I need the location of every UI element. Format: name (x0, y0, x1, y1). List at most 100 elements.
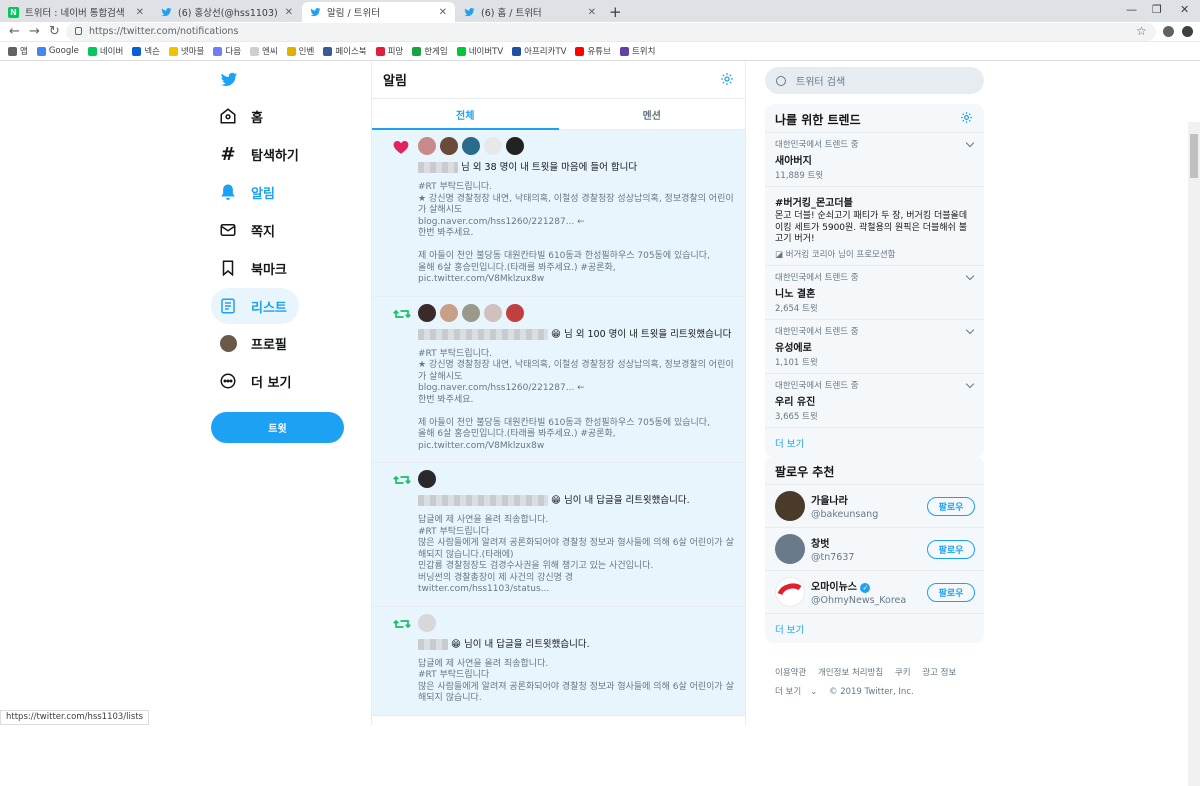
bookmark-item[interactable]: 한게임 (412, 45, 448, 57)
nav-item-home[interactable]: 홈 (211, 98, 273, 134)
nav-item-profile[interactable]: 프로필 (211, 325, 297, 361)
tab-all[interactable]: 전체 (372, 99, 559, 130)
avatar[interactable] (775, 577, 805, 607)
bookmark-label: 엔씨 (262, 47, 278, 57)
close-icon[interactable]: ✕ (439, 7, 447, 18)
avatar[interactable] (484, 137, 502, 155)
bookmark-item[interactable]: 네이버TV (456, 45, 503, 57)
restore-icon[interactable]: ❐ (1152, 3, 1162, 16)
back-icon[interactable]: ← (9, 24, 20, 39)
follow-button[interactable]: 팔로우 (927, 540, 975, 559)
follow-button[interactable]: 팔로우 (927, 497, 975, 516)
avatar[interactable] (462, 137, 480, 155)
nav-item-more[interactable]: 더 보기 (211, 363, 301, 399)
bookmark-item[interactable]: 트위치 (619, 45, 655, 57)
avatar[interactable] (484, 303, 502, 322)
bookmark-icon (286, 46, 296, 56)
show-more-link[interactable]: 더 보기 (765, 614, 984, 643)
browser-tab[interactable]: (6) 홈 / 트위터 ✕ (456, 2, 604, 22)
notification-item[interactable]: 😁 님이 내 답글을 리트윗했습니다. 답글에 제 사연을 올려 죄송합니다. #… (372, 606, 745, 716)
follow-suggestion[interactable]: 창벗 @tn7637 팔로우 (765, 528, 984, 571)
bookmark-item[interactable]: 넷마블 (168, 45, 204, 57)
trend-item[interactable]: 대한민국에서 트렌드 중 우리 유진 3,665 트윗 (765, 374, 984, 428)
bookmark-item[interactable]: 네이버 (87, 45, 123, 57)
follow-name[interactable]: 창벗 (811, 535, 854, 550)
follow-suggestion[interactable]: 가을나라 @bakeunsang 팔로우 (765, 485, 984, 528)
bookmark-item[interactable]: 다음 (213, 45, 241, 57)
footer-link[interactable]: 광고 정보 (922, 668, 956, 678)
nav-item-explore[interactable]: # 탐색하기 (211, 136, 309, 172)
close-icon[interactable]: ✕ (136, 7, 144, 18)
bookmark-item[interactable]: 페이스북 (323, 45, 367, 57)
avatar[interactable] (462, 303, 480, 322)
close-icon[interactable]: ✕ (588, 7, 596, 18)
notification-item[interactable]: 님 외 38 명이 내 트윗을 마음에 들어 합니다 #RT 부탁드립니다. ★ … (372, 130, 745, 297)
bookmark-item[interactable]: 피망 (375, 45, 403, 57)
browser-tab-active[interactable]: 알림 / 트위터 ✕ (302, 2, 455, 22)
gear-icon[interactable] (720, 72, 734, 90)
footer-more-link[interactable]: 더 보기 (775, 687, 801, 697)
bookmark-item[interactable]: 넥슨 (132, 45, 160, 57)
avatar[interactable] (440, 137, 458, 155)
new-tab-icon[interactable]: + (609, 3, 622, 21)
minimize-icon[interactable]: — (1126, 3, 1137, 16)
nav-label: 북마크 (251, 262, 287, 278)
bookmark-item[interactable]: 아프리카TV (512, 45, 566, 57)
forward-icon[interactable]: → (29, 24, 40, 39)
bookmark-item[interactable]: Google (36, 46, 79, 56)
twitter-logo-icon[interactable] (219, 71, 239, 92)
browser-tab[interactable]: (6) 홍상선(@hss1103) / 트위터 ✕ (153, 2, 301, 22)
bookmark-item[interactable]: 엔씨 (250, 45, 278, 57)
nav-item-notifications[interactable]: 알림 (211, 174, 285, 210)
close-icon[interactable]: ✕ (285, 7, 293, 18)
extension-icon[interactable] (1182, 26, 1193, 37)
nav-item-messages[interactable]: 쪽지 (211, 212, 285, 248)
follow-name[interactable]: 가을나라 (811, 492, 878, 507)
summary-text: 😁 님이 내 답글을 리트윗했습니다. (451, 638, 590, 650)
avatar[interactable] (418, 303, 436, 322)
trend-item[interactable]: 대한민국에서 트렌드 중 니노 결혼 2,654 트윗 (765, 266, 984, 320)
trend-item[interactable]: #버거킹_몬고더블 몬고 더블! 순쇠고기 패티가 두 장, 버거킹 더블올데이킹… (765, 187, 984, 266)
account-icon[interactable] (1163, 26, 1174, 37)
avatar[interactable] (418, 613, 436, 632)
bookmark-item[interactable]: 유튜브 (575, 45, 611, 57)
avatar[interactable] (775, 534, 805, 564)
follow-suggestion[interactable]: 오마이뉴스 ✓ @OhmyNews_Korea 팔로우 (765, 571, 984, 614)
notification-item[interactable]: 😁 님 외 100 명이 내 트윗을 리트윗했습니다 #RT 부탁드립니다. ★ … (372, 296, 745, 463)
trend-name: 새아버지 (775, 156, 812, 167)
window-close-icon[interactable]: ✕ (1180, 3, 1189, 16)
show-more-link[interactable]: 더 보기 (765, 428, 984, 457)
avatar[interactable] (418, 137, 436, 155)
avatar[interactable] (506, 137, 524, 155)
reload-icon[interactable]: ↻ (49, 24, 60, 39)
bookmark-item[interactable]: 앱 (8, 45, 28, 57)
browser-tab[interactable]: N 트위터 : 네이버 통합검색 ✕ (0, 2, 152, 22)
follow-name[interactable]: 오마이뉴스 ✓ (811, 578, 906, 593)
nav-item-lists[interactable]: 리스트 (211, 288, 299, 324)
scrollbar-thumb[interactable] (1190, 134, 1198, 178)
avatar[interactable] (418, 470, 436, 488)
tweet-text: #RT 부탁드립니다. ★ 강신명 경찰청장 내연, 낙태의혹, 이철성 경찰청… (418, 182, 734, 284)
star-icon[interactable]: ☆ (1136, 24, 1147, 38)
footer-link[interactable]: 이용약관 (775, 668, 806, 678)
bookmark-icon (213, 46, 223, 56)
trend-item[interactable]: 대한민국에서 트렌드 중 새아버지 11,889 트윗 (765, 133, 984, 187)
scrollbar[interactable] (1188, 122, 1200, 786)
notification-item[interactable]: 😁 님이 내 답글을 리트윗했습니다. 답글에 제 사연을 올려 죄송합니다. #… (372, 463, 745, 607)
url-field[interactable]: https://twitter.com/notifications ☆ (66, 23, 1156, 41)
footer-link[interactable]: 쿠키 (895, 668, 911, 678)
gear-icon[interactable] (960, 111, 973, 127)
search-input[interactable]: 트위터 검색 (765, 67, 984, 94)
tweet-button[interactable]: 트윗 (211, 412, 344, 443)
tab-mentions[interactable]: 멘션 (559, 99, 746, 129)
trend-item[interactable]: 대한민국에서 트렌드 중 유성에로 1,101 트윗 (765, 320, 984, 374)
avatar[interactable] (440, 303, 458, 322)
avatar[interactable] (775, 491, 805, 521)
nav-item-bookmarks[interactable]: 북마크 (211, 250, 297, 286)
footer-link[interactable]: 개인정보 처리방침 (818, 668, 883, 678)
summary-text: 님 외 38 명이 내 트윗을 마음에 들어 합니다 (461, 162, 638, 173)
follow-button[interactable]: 팔로우 (927, 583, 975, 602)
avatar[interactable] (506, 303, 524, 322)
bookmark-item[interactable]: 인벤 (286, 45, 314, 57)
tab-title: 트위터 : 네이버 통합검색 (25, 8, 125, 19)
